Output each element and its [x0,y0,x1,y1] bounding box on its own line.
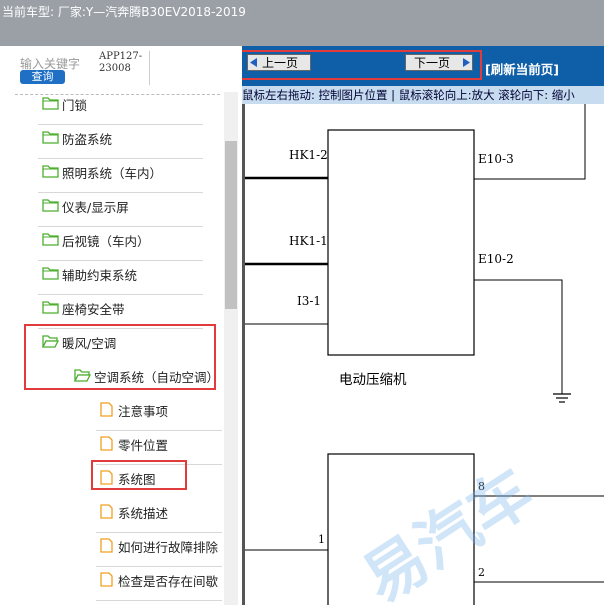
tree-scrollbar[interactable] [224,92,238,605]
tree-item-label: 防盗系统 [62,132,113,147]
usage-hint-bar: 鼠标左右拖动: 控制图片位置 | 鼠标滚轮向上:放大 滚轮向下: 缩小 [242,86,604,104]
system-diagram-highlight-box [91,460,187,490]
tree-item-label: 门锁 [62,98,88,113]
tree-item-label: 零件位置 [118,438,169,453]
document-icon [100,504,113,519]
tree-item-label: 检查是否存在间歇 [118,574,219,589]
tree-item-label: 系统描述 [118,506,169,521]
folder-icon [42,131,59,144]
wire-e10-3 [474,104,586,180]
title-bar: 当前车型: 厂家:Y—汽奔腾B30EV2018-2019 [0,0,604,46]
tree-item-label: 仪表/显示屏 [62,200,129,215]
label-pin-2: 2 [478,566,485,579]
tree-separator [96,430,222,431]
window-title: 当前车型: 厂家:Y—汽奔腾B30EV2018-2019 [2,5,246,19]
label-e10-3: E10-3 [478,152,514,166]
label-hk1-2: HK1-2 [289,148,328,162]
app-code-field[interactable]: APP127- 23008 [99,51,150,85]
document-icon [100,436,113,451]
tree-separator [96,566,222,567]
component-name: 电动压缩机 [339,372,407,388]
document-icon [100,572,113,587]
label-pin-1: 1 [318,533,325,546]
tree-separator [38,260,203,261]
tree-separator [38,192,203,193]
label-hk1-1: HK1-1 [289,234,328,248]
hvac-highlight-box [24,324,216,390]
tree-item-label: 辅助约束系统 [62,268,138,283]
folder-icon [42,199,59,212]
tree-separator [96,532,222,533]
app-code-line1: APP127- [99,51,143,62]
tree-separator [96,600,222,601]
tree-separator [38,124,203,125]
folder-icon [42,301,59,314]
tree-separator [38,158,203,159]
document-icon [100,538,113,553]
divider [15,94,220,95]
tree-item-label: 后视镜（车内） [62,234,150,249]
app-code-line2: 23008 [99,63,131,74]
label-i3-1: I3-1 [297,294,322,308]
folder-icon [42,267,59,280]
document-icon [100,402,113,417]
tree-separator [38,226,203,227]
refresh-page-link[interactable]: [刷新当前页] [485,59,559,78]
folder-icon [42,233,59,246]
compressor-box [327,129,475,356]
tree-separator [38,294,203,295]
tree-item-label: 座椅安全带 [62,302,125,317]
label-e10-2: E10-2 [478,252,514,266]
diagram-viewer: 上一页 下一页 [刷新当前页] 鼠标左右拖动: 控制图片位置 | 鼠标滚轮向上:… [242,46,604,605]
search-button[interactable]: 查询 [20,70,65,84]
page-nav-highlight-box [242,50,482,80]
folder-icon [42,165,59,178]
wire-e10-2 [474,279,563,394]
tree-item-label: 照明系统（车内） [62,166,163,181]
folder-icon [42,97,59,110]
navigation-panel: 输入关键字 查询 APP127- 23008 门锁 防盗系统 照明系统（车内） … [0,46,242,605]
scrollbar-thumb[interactable] [225,141,237,309]
tree-item-label: 注意事项 [118,404,169,419]
tree-item-label: 如何进行故障排除 [118,540,219,555]
viewer-toolbar: 上一页 下一页 [刷新当前页] [242,46,604,86]
